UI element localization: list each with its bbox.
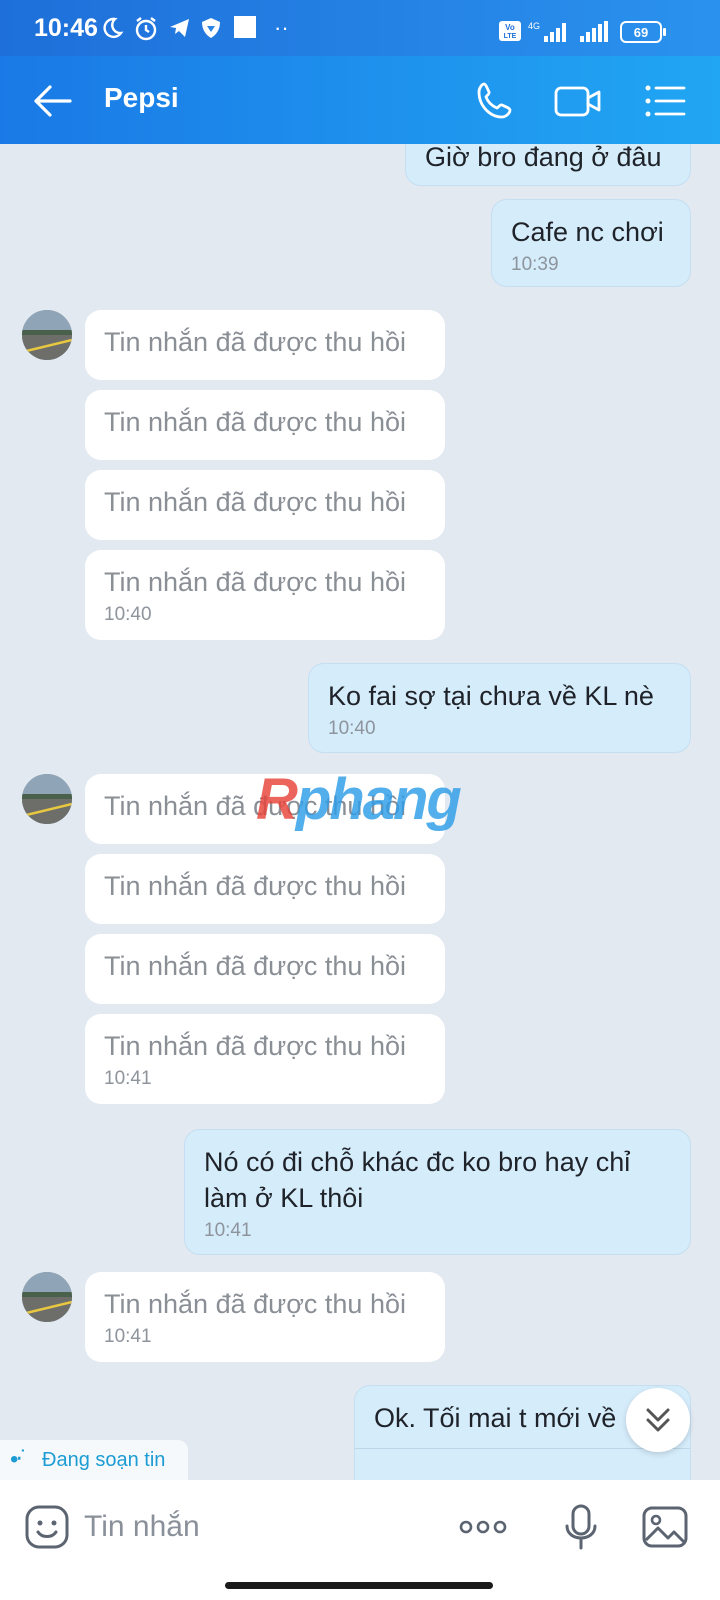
message-bubble-outgoing[interactable]: Nó có đi chỗ khác đc ko bro hay chỉ làm … (184, 1129, 691, 1255)
volte-badge: Vo LTE (498, 20, 522, 47)
message-bubble-incoming[interactable]: Tin nhắn đã được thu hồi (85, 934, 445, 1004)
signal-icon (578, 20, 614, 49)
message-text: Cafe nc chơi (511, 217, 664, 247)
signal-4g-icon: 4G (528, 20, 572, 49)
watermark-logo: Rphang (256, 767, 462, 832)
message-text: Tin nhắn đã được thu hồi (104, 487, 406, 517)
more-icon[interactable] (458, 1504, 507, 1550)
microphone-icon[interactable] (558, 1504, 604, 1550)
phone-icon[interactable] (470, 76, 520, 126)
status-time: 10:46 (34, 14, 98, 42)
chevron-double-down-icon (646, 1408, 670, 1432)
typing-indicator: •‧˙ Đang soạn tin (0, 1440, 188, 1480)
back-arrow-icon[interactable] (28, 76, 78, 126)
svg-text:Vo: Vo (505, 23, 515, 32)
message-text: Nó có đi chỗ khác đc ko bro hay chỉ làm … (204, 1147, 631, 1213)
message-list[interactable]: Giờ bro đang ở đâu Cafe nc chơi 10:39 Ti… (0, 144, 720, 1480)
message-bubble-incoming[interactable]: Tin nhắn đã được thu hồi 10:40 (85, 550, 445, 640)
contact-name[interactable]: Pepsi (104, 82, 179, 114)
message-text: Giờ bro đang ở đâu (425, 144, 662, 172)
typing-indicator-text: Đang soạn tin (42, 1449, 166, 1471)
message-text: Tin nhắn đã được thu hồi (104, 407, 406, 437)
contact-avatar[interactable] (22, 774, 72, 824)
message-time: 10:41 (104, 1326, 152, 1347)
message-bubble-incoming[interactable]: Tin nhắn đã được thu hồi (85, 310, 445, 380)
message-time: 10:39 (511, 254, 559, 275)
battery-icon: 69 (620, 20, 668, 49)
image-icon[interactable] (642, 1504, 688, 1550)
message-input[interactable] (84, 1504, 424, 1550)
svg-text:4G: 4G (528, 21, 540, 31)
emoji-icon[interactable] (24, 1504, 70, 1550)
message-text: Ok. Tối mai t mới về (374, 1403, 617, 1433)
message-text: Tin nhắn đã được thu hồi (104, 951, 406, 981)
message-text: Tin nhắn đã được thu hồi (104, 327, 406, 357)
moon-icon (100, 16, 124, 45)
message-text: Tin nhắn đã được thu hồi (104, 871, 406, 901)
message-bubble-incoming[interactable]: Tin nhắn đã được thu hồi (85, 390, 445, 460)
more-notifications-icon: ·· (274, 15, 289, 40)
menu-list-icon[interactable] (640, 76, 690, 126)
shield-icon (200, 16, 222, 45)
message-bubble-incoming[interactable]: Tin nhắn đã được thu hồi (85, 854, 445, 924)
message-bubble-incoming[interactable]: Tin nhắn đã được thu hồi 10:41 (85, 1272, 445, 1362)
status-bar: 10:46 ·· Vo LTE 4G 69 (0, 0, 720, 56)
chat-header: Pepsi (0, 56, 720, 144)
video-call-icon[interactable] (553, 76, 603, 126)
home-indicator[interactable] (225, 1582, 493, 1589)
message-bubble-incoming[interactable]: Tin nhắn đã được thu hồi (85, 470, 445, 540)
svg-text:LTE: LTE (504, 33, 517, 40)
message-text: Tin nhắn đã được thu hồi (104, 1289, 406, 1319)
message-time: 10:40 (104, 604, 152, 625)
message-bubble-outgoing[interactable]: Cafe nc chơi 10:39 (491, 199, 691, 287)
svg-text:69: 69 (634, 25, 648, 40)
message-time: 10:41 (204, 1220, 252, 1241)
telegram-icon (168, 16, 192, 45)
message-bubble-outgoing[interactable]: Ko fai sợ tại chưa về KL nè 10:40 (308, 663, 691, 753)
message-time: 10:41 (104, 1068, 152, 1089)
message-text: Tin nhắn đã được thu hồi (104, 1031, 406, 1061)
typing-dots-icon: •‧˙ (10, 1446, 28, 1473)
alarm-icon (133, 16, 159, 47)
message-bubble-outgoing[interactable]: Giờ bro đang ở đâu (405, 144, 691, 186)
scroll-to-bottom-button[interactable] (626, 1388, 690, 1452)
message-bubble-incoming[interactable]: Tin nhắn đã được thu hồi 10:41 (85, 1014, 445, 1104)
message-time: 10:40 (328, 718, 376, 739)
message-text: Ko fai sợ tại chưa về KL nè (328, 681, 654, 711)
contact-avatar[interactable] (22, 310, 72, 360)
message-text: Tin nhắn đã được thu hồi (104, 567, 406, 597)
contact-avatar[interactable] (22, 1272, 72, 1322)
notification-square-icon (234, 16, 256, 43)
